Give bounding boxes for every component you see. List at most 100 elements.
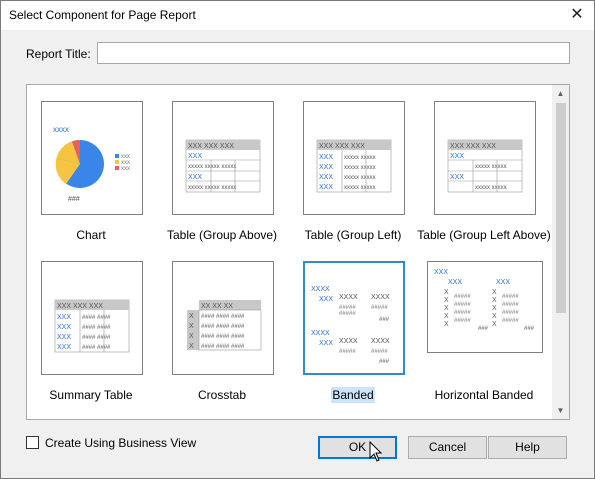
svg-text:###: ### bbox=[379, 317, 390, 323]
svg-text:X: X bbox=[444, 321, 449, 328]
help-button[interactable]: Help bbox=[488, 436, 567, 459]
svg-text:#### ####: #### #### bbox=[82, 335, 111, 341]
svg-text:#### ####: #### #### bbox=[82, 315, 111, 321]
svg-text:X: X bbox=[189, 343, 194, 350]
svg-text:XXX: XXX bbox=[57, 334, 71, 341]
component-label-crosstab: Crosstab bbox=[197, 388, 247, 402]
svg-text:XXXX: XXXX bbox=[311, 286, 330, 293]
scroll-thumb[interactable] bbox=[556, 103, 566, 313]
svg-text:X: X bbox=[492, 297, 497, 304]
cancel-button[interactable]: Cancel bbox=[408, 436, 487, 459]
ok-button[interactable]: OK bbox=[318, 436, 397, 459]
component-label-banded: Banded bbox=[331, 387, 375, 403]
svg-text:XXX: XXX bbox=[496, 279, 510, 286]
svg-text:X: X bbox=[444, 297, 449, 304]
svg-text:xxxxx xxxxx: xxxxx xxxxx bbox=[344, 165, 376, 171]
svg-text:X: X bbox=[444, 289, 449, 296]
svg-text:###: ### bbox=[524, 326, 535, 332]
scroll-up-icon[interactable]: ▲ bbox=[552, 85, 569, 102]
svg-text:X: X bbox=[189, 313, 194, 320]
select-component-dialog: Select Component for Page Report ✕ Repor… bbox=[0, 0, 595, 479]
business-view-checkbox[interactable] bbox=[26, 436, 39, 449]
svg-text:X: X bbox=[492, 305, 497, 312]
report-title-input[interactable] bbox=[97, 42, 570, 64]
component-label-table-group-above: Table (Group Above) bbox=[166, 228, 278, 242]
svg-text:X: X bbox=[444, 313, 449, 320]
svg-text:XXX XXX XXX: XXX XXX XXX bbox=[450, 143, 496, 150]
svg-text:XXXX: XXXX bbox=[371, 294, 390, 301]
table-group-above-icon[interactable]: XXX XXX XXX XXX xxxxx xxxxx xxxxx XXX xx… bbox=[172, 101, 274, 215]
svg-text:xxxxx xxxxx xxxxx: xxxxx xxxxx xxxxx bbox=[188, 185, 236, 191]
svg-text:#####: ##### bbox=[454, 318, 471, 324]
scroll-down-icon[interactable]: ▼ bbox=[552, 402, 569, 419]
svg-text:#### ####: #### #### bbox=[82, 325, 111, 331]
svg-text:XXX: XXX bbox=[319, 184, 333, 191]
svg-text:xxx: xxx bbox=[121, 166, 130, 172]
svg-text:#####: ##### bbox=[502, 294, 519, 300]
svg-text:XX XX XX: XX XX XX bbox=[201, 303, 233, 310]
svg-text:#####: ##### bbox=[454, 302, 471, 308]
title-bar: Select Component for Page Report ✕ bbox=[1, 1, 594, 30]
component-gallery: xxxx xxx xxx xxx ### XXX XXX XXX XXX xxx… bbox=[26, 84, 570, 420]
svg-text:###: ### bbox=[379, 359, 390, 365]
svg-text:#### #### ####: #### #### #### bbox=[201, 324, 245, 330]
crosstab-icon[interactable]: XX XX XX X X X X #### #### #### #### ###… bbox=[172, 261, 274, 375]
svg-text:XXX XXX XXX: XXX XXX XXX bbox=[319, 143, 365, 150]
svg-text:X: X bbox=[492, 313, 497, 320]
svg-text:X: X bbox=[189, 333, 194, 340]
component-label-horizontal-banded: Horizontal Banded bbox=[434, 388, 534, 402]
svg-text:XXX: XXX bbox=[188, 174, 202, 181]
component-label-table-group-left: Table (Group Left) bbox=[304, 228, 402, 242]
table-group-left-above-icon[interactable]: XXX XXX XXX XXX xxxxx xxxxx XXX xxxxx xx… bbox=[434, 101, 536, 215]
svg-text:#####: ##### bbox=[502, 318, 519, 324]
report-title-label: Report Title: bbox=[26, 47, 91, 61]
svg-text:#####: ##### bbox=[502, 310, 519, 316]
svg-text:XXX: XXX bbox=[319, 296, 333, 303]
svg-text:XXX: XXX bbox=[434, 269, 448, 276]
svg-text:#####: ##### bbox=[454, 294, 471, 300]
svg-text:XXX: XXX bbox=[57, 344, 71, 351]
svg-text:#####: ##### bbox=[339, 311, 356, 317]
table-group-left-icon[interactable]: XXX XXX XXX XXX XXX XXX XXX xxxxx xxxxx … bbox=[303, 101, 405, 215]
vertical-scrollbar[interactable]: ▲ ▼ bbox=[552, 85, 569, 419]
svg-text:XXX: XXX bbox=[57, 314, 71, 321]
svg-text:#### ####: #### #### bbox=[82, 345, 111, 351]
svg-text:XXXX: XXXX bbox=[339, 294, 358, 301]
svg-text:X: X bbox=[492, 321, 497, 328]
svg-text:XXX: XXX bbox=[450, 174, 464, 181]
horizontal-banded-icon[interactable]: XXX XXX XXX X X X X X ##### ##### ##### … bbox=[427, 261, 543, 353]
svg-text:xxxxx xxxxx: xxxxx xxxxx bbox=[475, 185, 507, 191]
svg-text:#####: ##### bbox=[339, 349, 356, 355]
svg-text:###: ### bbox=[478, 326, 489, 332]
svg-text:#### #### ####: #### #### #### bbox=[201, 334, 245, 340]
svg-text:XXX XXX XXX: XXX XXX XXX bbox=[57, 303, 103, 310]
svg-text:#####: ##### bbox=[371, 349, 388, 355]
svg-text:X: X bbox=[492, 289, 497, 296]
svg-text:XXXX: XXXX bbox=[311, 330, 330, 337]
svg-text:XXX: XXX bbox=[450, 153, 464, 160]
svg-text:XXX: XXX bbox=[57, 324, 71, 331]
component-label-table-group-left-above: Table (Group Left Above) bbox=[417, 228, 551, 242]
banded-icon[interactable]: XXXX XXX XXXX XXXX ##### ##### ##### ###… bbox=[303, 261, 405, 375]
svg-text:xxxxx xxxxx: xxxxx xxxxx bbox=[344, 185, 376, 191]
pie-chart-icon[interactable]: xxxx xxx xxx xxx ### bbox=[41, 101, 143, 215]
svg-text:XXXX: XXXX bbox=[339, 338, 358, 345]
summary-table-icon[interactable]: XXX XXX XXX XXX XXX XXX XXX #### #### ##… bbox=[41, 261, 143, 375]
svg-text:XXX: XXX bbox=[319, 174, 333, 181]
svg-text:#####: ##### bbox=[454, 310, 471, 316]
svg-text:X: X bbox=[189, 323, 194, 330]
svg-text:xxxxx xxxxx xxxxx: xxxxx xxxxx xxxxx bbox=[188, 164, 236, 170]
svg-text:XXX: XXX bbox=[448, 279, 462, 286]
svg-text:xxxxx xxxxx: xxxxx xxxxx bbox=[344, 175, 376, 181]
component-label-chart: Chart bbox=[76, 228, 106, 242]
component-label-summary-table: Summary Table bbox=[49, 388, 133, 402]
svg-text:XXXX: XXXX bbox=[371, 338, 390, 345]
svg-text:xxxxx xxxxx: xxxxx xxxxx bbox=[344, 155, 376, 161]
svg-text:X: X bbox=[444, 305, 449, 312]
svg-text:XXX: XXX bbox=[188, 153, 202, 160]
svg-text:XXX XXX XXX: XXX XXX XXX bbox=[188, 143, 234, 150]
mouse-cursor-icon bbox=[369, 441, 383, 462]
chart-footer-text: ### bbox=[68, 196, 80, 203]
close-icon[interactable]: ✕ bbox=[564, 3, 590, 27]
svg-text:#####: ##### bbox=[502, 302, 519, 308]
